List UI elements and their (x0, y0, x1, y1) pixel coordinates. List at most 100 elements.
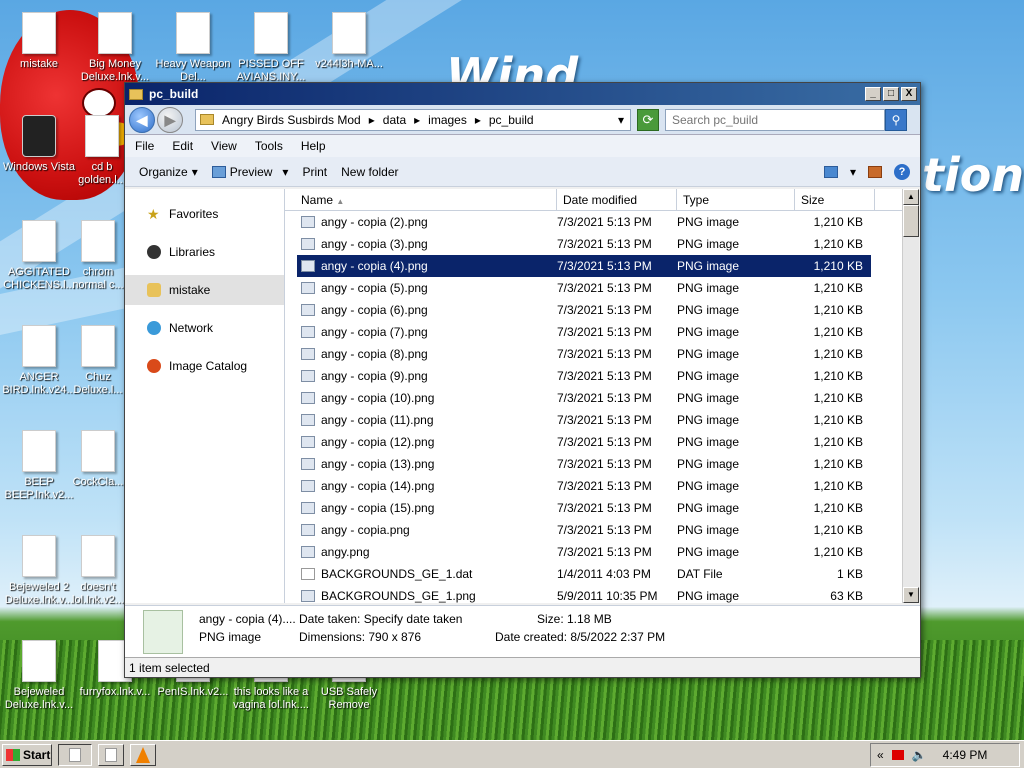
preview-pane-icon[interactable] (868, 165, 882, 178)
cell-date: 7/3/2021 5:13 PM (557, 545, 652, 559)
desktop-icon[interactable]: Windows Vista (0, 115, 82, 174)
cell-size: 1,210 KB (813, 237, 863, 251)
table-row[interactable]: angy - copia (5).png 7/3/2021 5:13 PM PNG … (297, 277, 871, 299)
scroll-down-arrow-icon[interactable]: ▼ (903, 587, 919, 603)
scroll-up-arrow-icon[interactable]: ▲ (903, 189, 919, 205)
table-row[interactable]: angy - copia (11).png 7/3/2021 5:13 PM PNG… (297, 409, 871, 431)
desktop-icon-label: Bejeweled 2 Deluxe.lnk.v... (4, 581, 74, 606)
breadcrumb-separator[interactable]: ▸ (369, 113, 375, 127)
nav-item-favorites[interactable]: ★ Favorites (125, 199, 284, 229)
desktop-icon[interactable]: Heavy Weapon Del... (150, 12, 236, 84)
sort-ascending-icon: ▲ (336, 197, 345, 206)
preview-button[interactable]: Preview ▾ (211, 165, 288, 179)
menu-tools[interactable]: Tools (255, 139, 283, 153)
vertical-scrollbar[interactable]: ▲ ▼ (902, 189, 919, 603)
table-row[interactable]: angy - copia (7).png 7/3/2021 5:13 PM PNG … (297, 321, 871, 343)
help-icon[interactable]: ? (894, 163, 910, 180)
desktop-icon-label: AGGITATED CHICKENS.l... (3, 266, 75, 291)
nav-item-mistake[interactable]: mistake (125, 275, 284, 305)
table-row[interactable]: angy - copia (8).png 7/3/2021 5:13 PM PNG … (297, 343, 871, 365)
taskbar-vlc-button[interactable] (130, 743, 156, 766)
address-bar[interactable]: Angry Birds Susbirds Mod ▸ data ▸ images… (195, 108, 631, 131)
desktop-icon[interactable]: doesn't lol.lnk.v2... (72, 535, 124, 607)
chevron-down-icon[interactable]: ▾ (850, 165, 856, 179)
taskbar-app-button[interactable] (98, 743, 124, 766)
desktop-icon-label: ANGER BIRD.lnk.v24... (2, 371, 76, 396)
table-row[interactable]: angy - copia (4).png 7/3/2021 5:13 PM PNG … (297, 255, 871, 277)
table-row[interactable]: angy - copia (10).png 7/3/2021 5:13 PM PNG… (297, 387, 871, 409)
desktop-icon[interactable]: Bejeweled Deluxe.lnk.v... (0, 640, 82, 712)
table-row[interactable]: angy - copia (14).png 7/3/2021 5:13 PM PNG… (297, 475, 871, 497)
table-row[interactable]: BACKGROUNDS_GE_1.dat 1/4/2011 4:03 PM DAT … (297, 563, 871, 585)
nav-item-network[interactable]: Network (125, 313, 284, 343)
forward-button[interactable]: ▶ (157, 106, 183, 133)
breadcrumb-item[interactable]: images (428, 113, 467, 127)
menu-help[interactable]: Help (301, 139, 326, 153)
search-box[interactable] (665, 108, 885, 131)
image-catalog-icon (147, 359, 161, 373)
table-row[interactable]: angy - copia (6).png 7/3/2021 5:13 PM PNG … (297, 299, 871, 321)
address-dropdown-icon[interactable]: ▾ (618, 113, 624, 127)
table-row[interactable]: angy - copia (12).png 7/3/2021 5:13 PM PNG… (297, 431, 871, 453)
menu-file[interactable]: File (135, 139, 154, 153)
desktop-icon[interactable]: PISSED OFF AVIANS.INY... (228, 12, 314, 84)
title-bar[interactable]: pc_build _ □ X (125, 83, 920, 105)
breadcrumb-separator[interactable]: ▸ (414, 113, 420, 127)
cell-date: 7/3/2021 5:13 PM (557, 435, 652, 449)
desktop-icon[interactable]: BEEP BEEP.lnk.v2... (0, 430, 82, 502)
cell-name: BACKGROUNDS_GE_1.dat (297, 567, 555, 581)
breadcrumb-item[interactable]: pc_build (489, 113, 534, 127)
column-header-name[interactable]: Name ▲ (285, 189, 557, 210)
desktop-icon[interactable]: Big Money Deluxe.lnk.v... (72, 12, 158, 84)
desktop-icon[interactable]: Bejeweled 2 Deluxe.lnk.v... (0, 535, 82, 607)
file-name: angy - copia (2).png (321, 215, 428, 229)
refresh-button[interactable]: ⟳ (637, 108, 659, 131)
desktop-icon[interactable]: cd b golden.l... (72, 115, 132, 187)
table-row[interactable]: angy.png 7/3/2021 5:13 PM PNG image 1,210 K… (297, 541, 871, 563)
table-row[interactable]: angy - copia (3).png 7/3/2021 5:13 PM PNG … (297, 233, 871, 255)
organize-button[interactable]: Organize ▾ (139, 165, 198, 179)
print-button[interactable]: Print (302, 165, 327, 179)
table-row[interactable]: BACKGROUNDS_GE_1.png 5/9/2011 10:35 PM PNG… (297, 585, 871, 603)
desktop-icon[interactable]: CockCla... (72, 430, 124, 489)
clock[interactable]: 4:49 PM (943, 748, 988, 762)
tray-app-icon[interactable] (891, 749, 904, 760)
menu-view[interactable]: View (211, 139, 237, 153)
table-row[interactable]: angy - copia (2).png 7/3/2021 5:13 PM PNG … (297, 211, 871, 233)
maximize-button[interactable]: □ (883, 87, 899, 101)
breadcrumb-item[interactable]: data (383, 113, 406, 127)
table-row[interactable]: angy - copia.png 7/3/2021 5:13 PM PNG imag… (297, 519, 871, 541)
column-header-type[interactable]: Type (677, 189, 795, 210)
tray-expand-icon[interactable]: « (877, 748, 884, 762)
desktop-icon[interactable]: chrom normal c... (72, 220, 124, 292)
breadcrumb-separator[interactable]: ▸ (475, 113, 481, 127)
desktop-icon[interactable]: ANGER BIRD.lnk.v24... (0, 325, 82, 397)
column-header-date[interactable]: Date modified (557, 189, 677, 210)
table-row[interactable]: angy - copia (15).png 7/3/2021 5:13 PM PNG… (297, 497, 871, 519)
table-row[interactable]: angy - copia (9).png 7/3/2021 5:13 PM PNG … (297, 365, 871, 387)
search-input[interactable] (672, 112, 862, 127)
column-header-size[interactable]: Size (795, 189, 875, 210)
search-icon[interactable]: ⚲ (885, 108, 907, 131)
scrollbar-thumb[interactable] (903, 205, 919, 237)
nav-item-image-catalog[interactable]: Image Catalog (125, 351, 284, 381)
desktop-icon[interactable]: AGGITATED CHICKENS.l... (0, 220, 82, 292)
desktop-icon[interactable]: mistake (0, 12, 82, 71)
new-folder-button[interactable]: New folder (341, 165, 398, 179)
table-row[interactable]: angy - copia (13).png 7/3/2021 5:13 PM PNG… (297, 453, 871, 475)
desktop-icon[interactable]: v244l3h-MA... (306, 12, 392, 71)
views-icon[interactable] (823, 165, 838, 178)
volume-icon[interactable]: 🔈 (912, 748, 927, 762)
file-name: angy - copia (14).png (321, 479, 435, 493)
taskbar-explorer-button[interactable] (58, 743, 92, 766)
breadcrumb-item[interactable]: Angry Birds Susbirds Mod (222, 113, 361, 127)
command-bar: Organize ▾ Preview ▾ Print New folder ▾ ? (125, 157, 920, 187)
menu-edit[interactable]: Edit (172, 139, 193, 153)
close-button[interactable]: X (901, 87, 917, 101)
minimize-button[interactable]: _ (865, 87, 881, 101)
desktop-icon[interactable]: Chuz Deluxe.l... (72, 325, 124, 397)
start-button[interactable]: Start (2, 743, 52, 766)
shortcut-icon (81, 535, 115, 577)
nav-item-libraries[interactable]: Libraries (125, 237, 284, 267)
back-button[interactable]: ◀ (129, 106, 155, 133)
